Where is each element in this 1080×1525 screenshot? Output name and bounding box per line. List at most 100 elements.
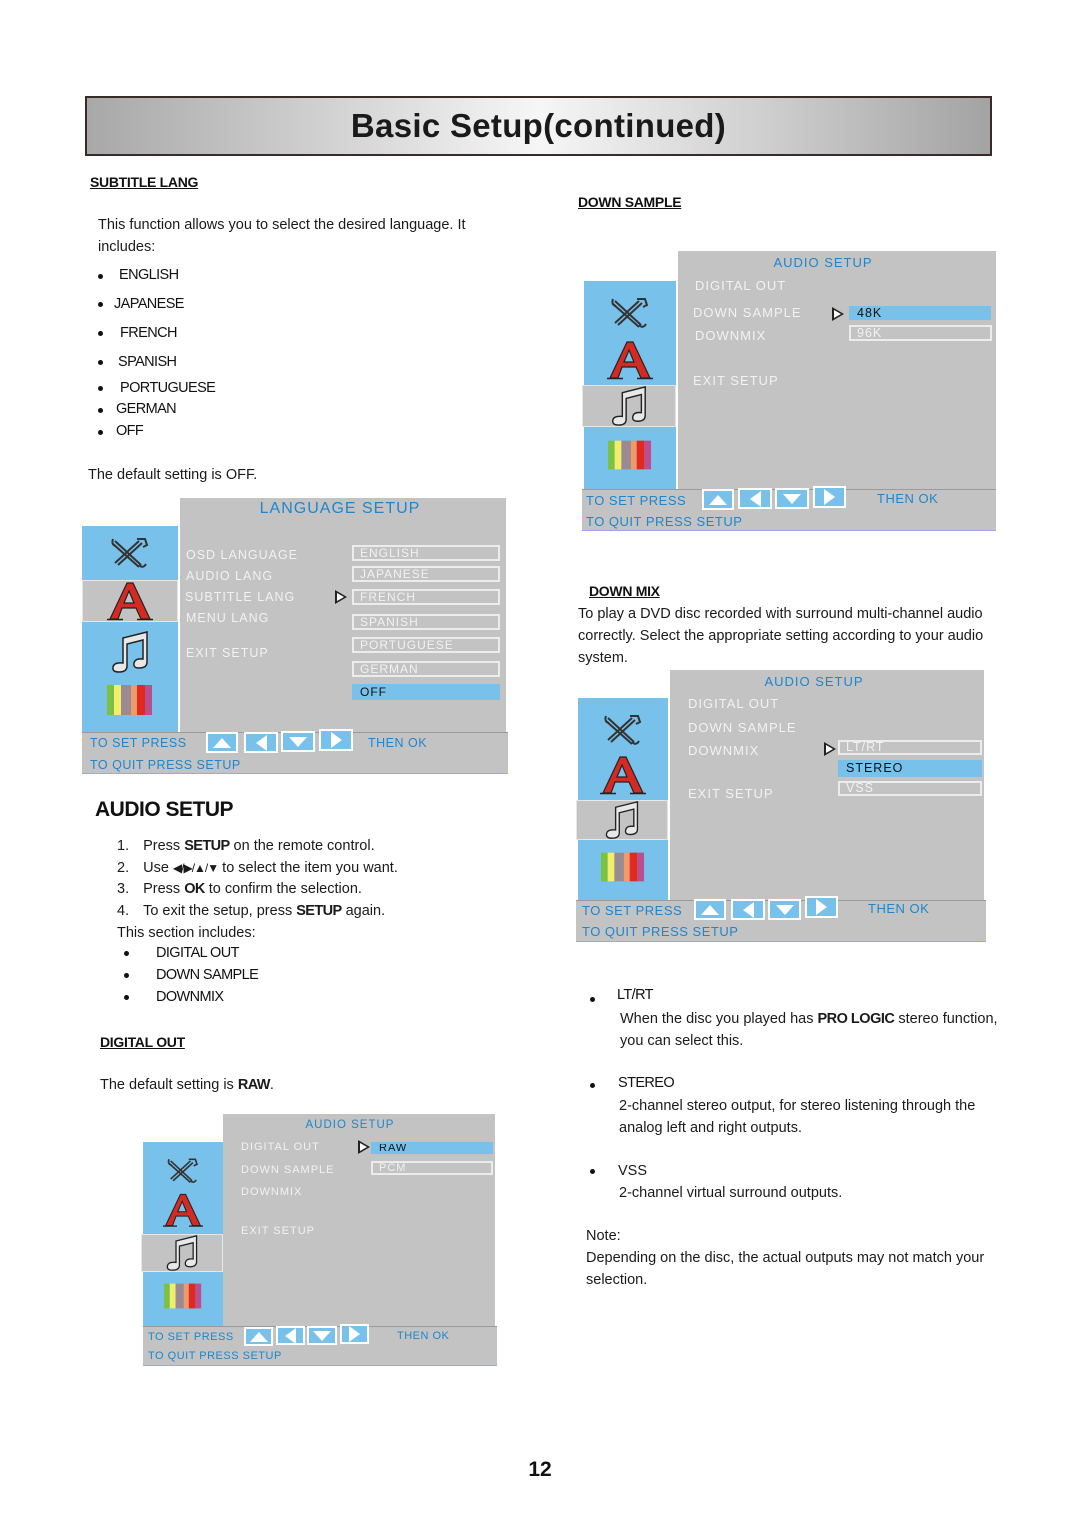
step-4: 4. To exit the setup, press SETUP again. [117, 900, 385, 922]
sidebar-item-general[interactable] [143, 1150, 223, 1190]
option-lt-rt[interactable]: LT/RT [838, 740, 982, 755]
menu-item-exit-setup[interactable]: EXIT SETUP [186, 646, 269, 660]
menu-item-digital-out[interactable]: DIGITAL OUT [695, 278, 786, 293]
right-arrow-icon [349, 1326, 360, 1342]
sidebar-item-language[interactable] [578, 752, 668, 798]
left-button[interactable] [738, 488, 772, 509]
footer-set-text: TO SET PRESS [148, 1331, 234, 1343]
option-japanese[interactable]: JAPANESE [352, 566, 500, 582]
down-sample-osd: AUDIO SETUP DIGITAL OUT DOWN SAMPLE DOWN… [582, 251, 996, 531]
menu-item-downmix[interactable]: DOWNMIX [695, 328, 766, 343]
option-german[interactable]: GERMAN [352, 661, 500, 677]
option-pcm[interactable]: PCM [371, 1161, 493, 1175]
bullet [98, 430, 103, 435]
menu-item-menu-lang[interactable]: MENU LANG [186, 611, 269, 625]
down-button[interactable] [307, 1326, 337, 1345]
right-button[interactable] [340, 1324, 369, 1344]
down-arrow-icon [783, 493, 801, 504]
footer-then-ok-text: THEN OK [368, 736, 428, 750]
menu-item-down-sample[interactable]: DOWN SAMPLE [688, 720, 797, 735]
option-portuguese[interactable]: PORTUGUESE [352, 637, 500, 653]
bullet [124, 995, 129, 1000]
option-stereo[interactable]: STEREO [838, 760, 982, 777]
up-arrow-icon [213, 737, 231, 748]
menu-item-digital-out[interactable]: DIGITAL OUT [241, 1141, 320, 1153]
up-button[interactable] [206, 732, 238, 753]
left-button[interactable] [244, 732, 278, 753]
down-button[interactable] [768, 899, 801, 920]
menu-item-exit-setup[interactable]: EXIT SETUP [241, 1225, 315, 1237]
sidebar-item-audio[interactable] [82, 626, 178, 678]
up-arrow-icon [701, 904, 719, 915]
option-vss[interactable]: VSS [838, 781, 982, 796]
down-button[interactable] [281, 731, 315, 752]
sidebar-item-language[interactable] [82, 580, 178, 622]
option-96k[interactable]: 96K [849, 325, 992, 341]
down-sample-heading: DOWN SAMPLE [578, 194, 682, 210]
menu-item-downmix[interactable]: DOWNMIX [241, 1186, 302, 1198]
option-raw[interactable]: RAW [371, 1142, 493, 1154]
option-48k[interactable]: 48K [849, 306, 991, 320]
entry-desc-line1: 2-channel stereo output, for stereo list… [619, 1098, 976, 1114]
language-a-icon [607, 341, 653, 380]
menu-item-exit-setup[interactable]: EXIT SETUP [693, 373, 779, 388]
right-button[interactable] [805, 896, 838, 918]
page-title: Basic Setup(continued) [350, 107, 727, 144]
menu-item-down-sample[interactable]: DOWN SAMPLE [693, 305, 802, 320]
language-a-icon [163, 1193, 203, 1227]
sidebar-item-audio[interactable] [576, 800, 668, 840]
footer-then-ok-text: THEN OK [397, 1330, 450, 1342]
menu-item-downmix[interactable]: DOWNMIX [688, 743, 759, 758]
sidebar-item-language[interactable] [143, 1190, 223, 1230]
sidebar-item-general[interactable] [578, 704, 668, 754]
down-arrow-icon [289, 736, 307, 747]
left-arrow-icon [749, 490, 761, 507]
right-button[interactable] [319, 729, 353, 751]
step-number: 4. [117, 903, 130, 919]
menu-item-down-sample[interactable]: DOWN SAMPLE [241, 1164, 335, 1176]
right-button[interactable] [813, 486, 846, 508]
option-english[interactable]: ENGLISH [352, 545, 500, 561]
left-button[interactable] [276, 1326, 305, 1345]
default-text: . [269, 1077, 274, 1093]
menu-item-digital-out[interactable]: DIGITAL OUT [688, 696, 779, 711]
up-button[interactable] [702, 489, 734, 510]
bullet [590, 1083, 595, 1088]
menu-item-exit-setup[interactable]: EXIT SETUP [688, 786, 774, 801]
sidebar-item-video[interactable] [143, 1274, 223, 1318]
menu-item-subtitle-lang[interactable]: SUBTITLE LANG [185, 590, 295, 604]
color-bars-icon [601, 852, 645, 882]
osd-title: AUDIO SETUP [305, 1119, 395, 1131]
up-button[interactable] [694, 899, 726, 920]
bullet [590, 997, 595, 1002]
color-bars-icon [608, 440, 652, 470]
down-button[interactable] [775, 488, 809, 509]
up-button[interactable] [244, 1327, 273, 1346]
up-arrow-icon [249, 1331, 268, 1342]
sidebar-item-general[interactable] [82, 526, 178, 578]
option-french[interactable]: FRENCH [352, 589, 500, 605]
default-text: The default setting is [100, 1077, 238, 1093]
menu-item-osd-language[interactable]: OSD LANGUAGE [186, 548, 298, 562]
list-item: OFF [116, 423, 144, 439]
bullet [124, 973, 129, 978]
sidebar-item-audio[interactable] [141, 1234, 223, 1272]
digital-out-osd: AUDIO SETUP DIGITAL OUT DOWN SAMPLE DOWN… [141, 1114, 497, 1366]
color-bars-icon [164, 1283, 202, 1309]
sidebar-item-video[interactable] [82, 678, 178, 722]
sidebar-item-general[interactable] [584, 287, 676, 337]
menu-item-audio-lang[interactable]: AUDIO LANG [186, 569, 273, 583]
entry-desc-line2: you can select this. [620, 1033, 744, 1049]
down-mix-para-line2: correctly. Select the appropriate settin… [578, 628, 984, 644]
option-spanish[interactable]: SPANISH [352, 614, 500, 630]
sidebar-item-video[interactable] [584, 431, 676, 479]
sidebar-item-video[interactable] [578, 844, 668, 890]
option-off[interactable]: OFF [352, 684, 500, 700]
footer-set-text: TO SET PRESS [582, 903, 683, 918]
music-note-icon [112, 631, 148, 673]
sidebar-item-audio[interactable] [582, 385, 676, 427]
sidebar-item-language[interactable] [584, 337, 676, 383]
language-a-icon [107, 582, 153, 621]
left-button[interactable] [731, 899, 765, 920]
music-note-icon [166, 1235, 198, 1271]
